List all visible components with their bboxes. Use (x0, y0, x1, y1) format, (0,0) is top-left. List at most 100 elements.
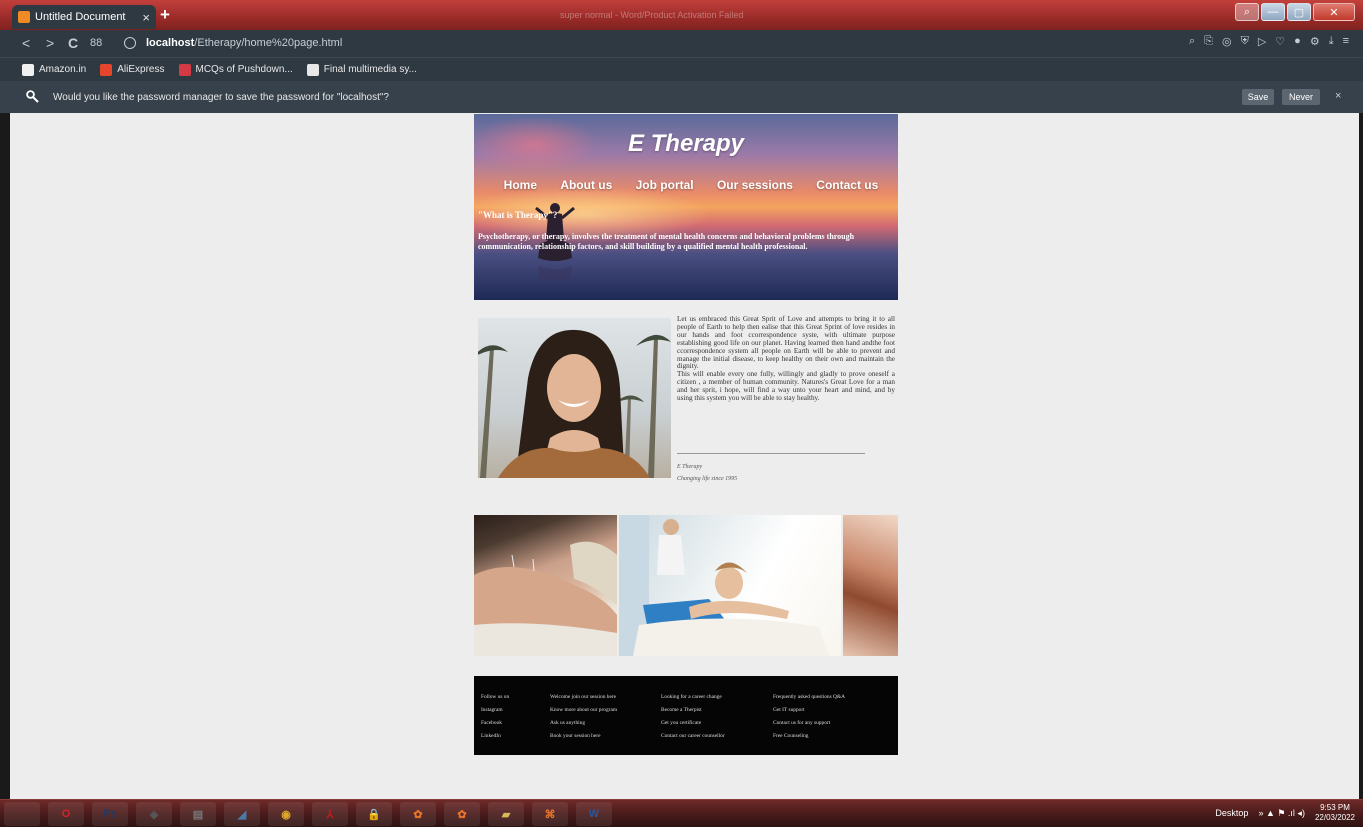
minimize-button[interactable]: — (1261, 3, 1285, 21)
opera-icon[interactable]: O (48, 802, 84, 826)
nav-link-our-sessions[interactable]: Our sessions (717, 178, 793, 192)
footer-link[interactable]: Follow us on (481, 691, 509, 704)
footer-link[interactable]: Get IT support (773, 704, 845, 717)
about-paragraph-2: This will enable every one fully, willin… (677, 370, 895, 403)
site-info-icon[interactable] (124, 37, 136, 49)
windows-taskbar: O Ps ◆ ▤ ◢ ◉ ⅄ 🔒 ✿ ✿ ▰ ⌘ W Desktop » ▲ ⚑ .ıl ◂) 9:53… (0, 799, 1363, 827)
amazon-icon (22, 63, 34, 76)
toolbar-icon-2[interactable]: ◎ (1222, 35, 1232, 48)
notepad-icon[interactable]: ▤ (180, 802, 216, 826)
tray-icons[interactable]: » ▲ ⚑ .ıl ◂) (1258, 808, 1305, 819)
toolbar-icon-3[interactable]: ⛨ (1241, 35, 1249, 48)
massage-illustration (619, 515, 829, 656)
close-password-bar-icon[interactable]: × (1335, 90, 1341, 102)
url-host: localhost (146, 37, 195, 49)
nav-link-about-us[interactable]: About us (560, 178, 612, 192)
toolbar-icon-8[interactable]: ⤓ (1329, 35, 1334, 48)
footer-link[interactable]: LinkedIn (481, 730, 509, 743)
save-password-button[interactable]: Save (1242, 89, 1274, 105)
speed-dial-icon[interactable]: 88 (90, 37, 102, 49)
footer-link[interactable]: Facebook (481, 717, 509, 730)
never-save-button[interactable]: Never (1282, 89, 1320, 105)
hero-description: Psychotherapy, or therapy, involves the … (478, 232, 855, 251)
bookmark-label: AliExpress (117, 64, 165, 75)
bookmark-3[interactable]: Final multimedia sy... (306, 63, 417, 76)
toolbar-icon-6[interactable]: ● (1294, 35, 1301, 48)
about-tagline: Changing life since 1995 (677, 476, 738, 482)
footer-link[interactable]: Looking for a career change (661, 691, 725, 704)
nav-link-contact-us[interactable]: Contact us (816, 178, 878, 192)
nav-link-job-portal[interactable]: Job portal (636, 178, 694, 192)
toolbar-icon-5[interactable]: ♡ (1275, 35, 1285, 48)
nav-link-home[interactable]: Home (504, 178, 537, 192)
tab-title: Untitled Document (35, 11, 126, 23)
footer-link[interactable]: Book your session here (550, 730, 617, 743)
word-icon[interactable]: W (576, 802, 612, 826)
window-title: super normal - Word/Product Activation F… (560, 10, 744, 20)
browser-tab[interactable]: Untitled Document × (12, 5, 156, 29)
gallery-photo-massage (619, 515, 841, 656)
window-border-left (0, 113, 10, 799)
footer-link[interactable]: Welcome join our session here (550, 691, 617, 704)
about-paragraph-1: Let us embraced this Great Sprit of Love… (677, 315, 895, 371)
folder-icon[interactable]: ▰ (488, 802, 524, 826)
feather-icon[interactable]: ◢ (224, 802, 260, 826)
footer-link[interactable]: Free Counseling (773, 730, 845, 743)
explorer-icon[interactable] (4, 802, 40, 826)
woman-photo-illustration (478, 329, 671, 478)
xampp-icon-2[interactable]: ✿ (444, 802, 480, 826)
site-title: E Therapy (627, 130, 745, 157)
window-titlebar: Untitled Document × + super normal - Wor… (0, 0, 1363, 30)
toolbar-icon-4[interactable]: ▷ (1258, 35, 1266, 48)
toolbar-icon-0[interactable]: ⌕ (1189, 35, 1195, 48)
chrome-icon[interactable]: ◉ (268, 802, 304, 826)
toolbar-icon-7[interactable]: ⚙ (1310, 35, 1320, 48)
toolbar-icon-9[interactable]: ≡ (1343, 35, 1349, 48)
gallery-photo-acupuncture (474, 515, 617, 656)
bookmark-1[interactable]: AliExpress (100, 63, 165, 76)
system-tray: Desktop » ▲ ⚑ .ıl ◂) 9:53 PM 22/03/2022 (1215, 803, 1355, 823)
footer-link[interactable]: Contact our career counsellor (661, 730, 725, 743)
clock-date: 22/03/2022 (1314, 813, 1355, 822)
lock-icon[interactable]: 🔒 (356, 802, 392, 826)
clock[interactable]: 9:53 PM 22/03/2022 (1315, 803, 1355, 823)
new-tab-button[interactable]: + (160, 6, 170, 24)
clock-time: 9:53 PM (1320, 803, 1350, 812)
bookmark-0[interactable]: Amazon.in (22, 63, 86, 76)
footer-link[interactable]: Frequently asked questions Q&A (773, 691, 845, 704)
bookmark-2[interactable]: MCQs of Pushdown... (178, 63, 293, 76)
about-text: Let us embraced this Great Sprit of Love… (677, 315, 895, 403)
desktop-toolbar[interactable]: Desktop (1215, 808, 1248, 818)
tab-close-icon[interactable]: × (142, 10, 150, 25)
maximize-button[interactable]: ▢ (1287, 3, 1311, 21)
footer-column-social: Follow us on Instagram Facebook LinkedIn (481, 691, 509, 743)
window-border-right (1359, 113, 1363, 799)
xampp-icon[interactable]: ✿ (400, 802, 436, 826)
forward-button[interactable]: > (46, 35, 54, 51)
back-button[interactable]: < (22, 35, 30, 51)
gallery-photo-spa (843, 515, 898, 656)
reload-button[interactable]: C (68, 35, 78, 51)
page-viewport[interactable]: E Therapy Home About us Job portal Our sess… (10, 113, 1359, 799)
footer-link[interactable]: Get you certificate (661, 717, 725, 730)
photoshop-icon[interactable]: Ps (92, 802, 128, 826)
footer-link[interactable]: Ask us anything (550, 717, 617, 730)
footer-link[interactable]: Become a Therpist (661, 704, 725, 717)
window-search-icon[interactable]: ⌕ (1235, 3, 1259, 21)
dreamweaver-icon[interactable]: ⌘ (532, 802, 568, 826)
footer-link[interactable]: Contact us for any support (773, 717, 845, 730)
close-window-button[interactable]: ✕ (1313, 3, 1355, 21)
toolbar-icon-1[interactable]: ⎘ (1204, 35, 1213, 48)
address-bar: < > C 88 localhost/Etherapy/home%20page.… (0, 30, 1363, 57)
url-field[interactable]: localhost/Etherapy/home%20page.html (146, 37, 342, 49)
smiling-woman-photo (478, 318, 671, 478)
url-path: /Etherapy/home%20page.html (194, 37, 343, 49)
footer-link[interactable]: Instagram (481, 704, 509, 717)
app-icon[interactable]: ◆ (136, 802, 172, 826)
main-nav: Home About us Job portal Our sessions Contac… (474, 178, 898, 192)
about-divider (677, 453, 865, 454)
footer-link[interactable]: Know more about our program (550, 704, 617, 717)
password-prompt-text: Would you like the password manager to s… (53, 92, 389, 103)
acrobat-icon[interactable]: ⅄ (312, 802, 348, 826)
mcq-icon (178, 63, 191, 76)
